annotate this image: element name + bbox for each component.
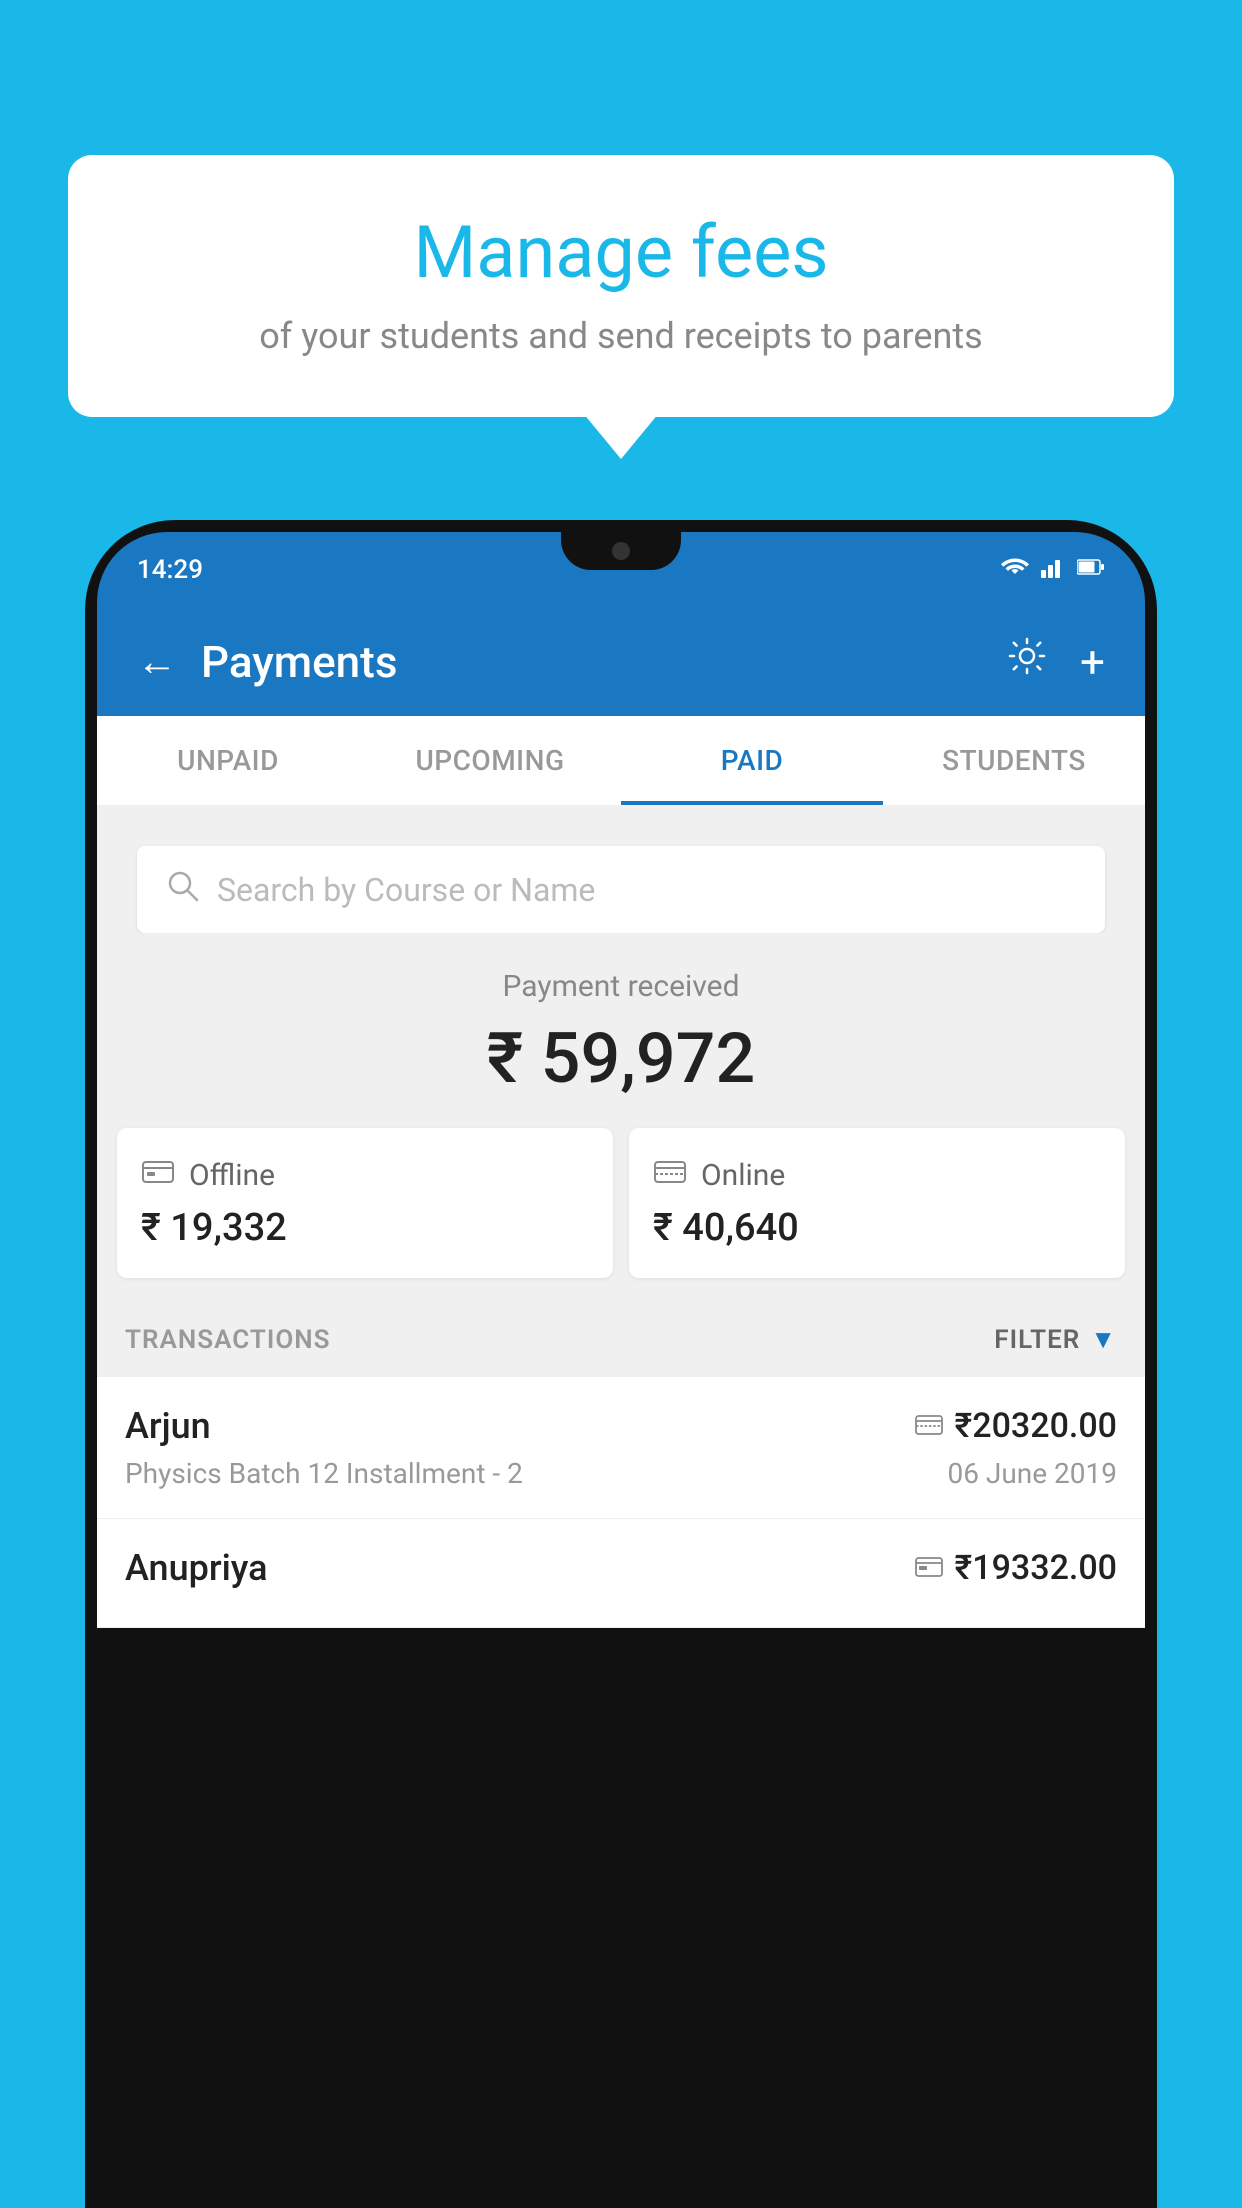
- tabs: UNPAID UPCOMING PAID STUDENTS: [97, 716, 1145, 806]
- app-content: ← Payments + UNPAID UPCOMING PAID STUDEN…: [97, 607, 1145, 1628]
- page-title: Payments: [201, 636, 397, 688]
- offline-card: Offline ₹ 19,332: [117, 1128, 613, 1278]
- online-icon: [653, 1156, 687, 1194]
- speech-bubble: Manage fees of your students and send re…: [68, 155, 1174, 417]
- status-icons: [1001, 556, 1105, 584]
- transaction-amount-arjun: ₹20320.00: [955, 1406, 1117, 1446]
- add-button[interactable]: +: [1080, 636, 1105, 688]
- status-time: 14:29: [137, 555, 203, 585]
- offline-label: Offline: [189, 1158, 275, 1193]
- payment-received-label: Payment received: [117, 969, 1125, 1004]
- header-left: ← Payments: [137, 636, 397, 688]
- transaction-desc-arjun: Physics Batch 12 Installment - 2: [125, 1457, 523, 1490]
- online-amount: ₹ 40,640: [653, 1206, 1101, 1250]
- camera-dot: [612, 542, 630, 560]
- payment-received-section: Payment received ₹ 59,972: [97, 933, 1145, 1128]
- online-pay-icon: [915, 1410, 943, 1443]
- status-bar: 14:29: [97, 532, 1145, 607]
- online-label: Online: [701, 1158, 785, 1193]
- battery-icon: [1077, 557, 1105, 582]
- back-button[interactable]: ←: [137, 638, 177, 685]
- settings-icon[interactable]: [1006, 635, 1048, 688]
- filter-icon: ▼: [1090, 1324, 1117, 1355]
- phone-frame: 14:29: [85, 520, 1157, 2208]
- tab-unpaid[interactable]: UNPAID: [97, 716, 359, 805]
- offline-pay-icon: [915, 1552, 943, 1585]
- tab-students[interactable]: STUDENTS: [883, 716, 1145, 805]
- transaction-row[interactable]: Arjun ₹20320.00 Physics Batch 12 Install…: [97, 1377, 1145, 1519]
- filter-button[interactable]: FILTER ▼: [994, 1324, 1117, 1355]
- notch: [561, 532, 681, 570]
- search-input[interactable]: Search by Course or Name: [217, 871, 595, 909]
- tab-paid[interactable]: PAID: [621, 716, 883, 805]
- wifi-icon: [1001, 556, 1029, 584]
- online-card: Online ₹ 40,640: [629, 1128, 1125, 1278]
- transaction-top-arjun: Arjun ₹20320.00: [125, 1405, 1117, 1447]
- transaction-amount-anupriya: ₹19332.00: [955, 1548, 1117, 1588]
- transaction-top-anupriya: Anupriya ₹19332.00: [125, 1547, 1117, 1589]
- filter-label: FILTER: [994, 1325, 1080, 1355]
- payment-amount-large: ₹ 59,972: [117, 1018, 1125, 1100]
- offline-amount: ₹ 19,332: [141, 1206, 589, 1250]
- amount-row-arjun: ₹20320.00: [915, 1406, 1117, 1446]
- tab-upcoming[interactable]: UPCOMING: [359, 716, 621, 805]
- app-header: ← Payments +: [97, 607, 1145, 716]
- search-bar[interactable]: Search by Course or Name: [137, 846, 1105, 933]
- search-icon: [165, 868, 199, 911]
- transaction-date-arjun: 06 June 2019: [947, 1457, 1117, 1490]
- header-right: +: [1006, 635, 1105, 688]
- speech-bubble-subtitle: of your students and send receipts to pa…: [128, 315, 1114, 357]
- transaction-name-anupriya: Anupriya: [125, 1547, 268, 1589]
- speech-bubble-title: Manage fees: [128, 210, 1114, 295]
- offline-icon: [141, 1156, 175, 1194]
- transaction-row-anupriya[interactable]: Anupriya ₹19332.00: [97, 1519, 1145, 1628]
- offline-label-row: Offline: [141, 1156, 589, 1194]
- signal-icon: [1041, 556, 1065, 584]
- transactions-label: TRANSACTIONS: [125, 1325, 331, 1355]
- transaction-bottom-arjun: Physics Batch 12 Installment - 2 06 June…: [125, 1457, 1117, 1490]
- online-label-row: Online: [653, 1156, 1101, 1194]
- transactions-header: TRANSACTIONS FILTER ▼: [97, 1302, 1145, 1377]
- cards-row: Offline ₹ 19,332 Online ₹ 40,640: [97, 1128, 1145, 1302]
- transaction-name-arjun: Arjun: [125, 1405, 211, 1447]
- amount-row-anupriya: ₹19332.00: [915, 1548, 1117, 1588]
